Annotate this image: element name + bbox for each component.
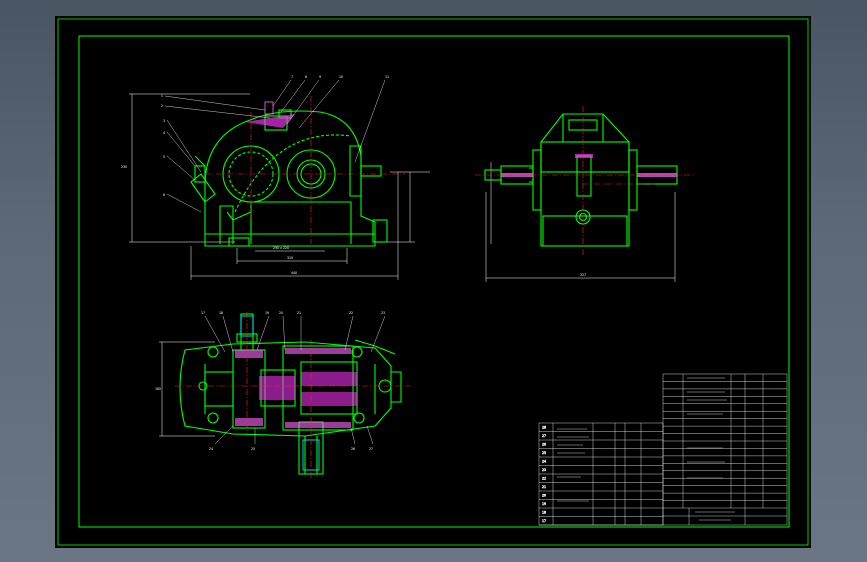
parts-row-number: 21	[542, 485, 546, 489]
parts-row-number: 18	[542, 510, 546, 514]
svg-text:17: 17	[201, 311, 205, 315]
svg-text:19: 19	[265, 311, 269, 315]
svg-text:11: 11	[385, 75, 389, 79]
parts-row-number: 25	[542, 451, 546, 455]
svg-text:10: 10	[339, 75, 343, 79]
svg-text:23: 23	[381, 311, 385, 315]
dim-inner: 310	[287, 256, 293, 260]
parts-row-number: 26	[542, 442, 546, 446]
parts-list: 28 27 26 25 24 23 22 21 20 19 18 17	[538, 373, 788, 526]
side-view: 327	[475, 106, 695, 282]
top-view: 185 17 18 19 20 21 22 23 24 25 26 27	[155, 311, 411, 478]
svg-text:1: 1	[161, 94, 163, 98]
drawing-border	[78, 35, 790, 528]
top-dim-height: 185	[155, 387, 161, 391]
parts-row-number: 27	[542, 434, 546, 438]
svg-text:25: 25	[251, 447, 255, 451]
svg-text:4: 4	[163, 131, 165, 135]
svg-text:7: 7	[291, 75, 293, 79]
svg-text:5: 5	[163, 155, 165, 159]
side-dim-width: 327	[580, 273, 586, 277]
parts-row-number: 23	[542, 468, 546, 472]
parts-row-number: 20	[542, 493, 546, 497]
parts-row-number: 28	[542, 425, 546, 429]
drawing-sheet: 230 440 310 290 x 220 1 2 3 4 5 6 7 8 9 …	[55, 16, 811, 548]
parts-row-number: 19	[542, 502, 546, 506]
parts-row-number: 22	[542, 476, 546, 480]
svg-text:26: 26	[351, 447, 355, 451]
svg-text:24: 24	[209, 447, 213, 451]
svg-text:18: 18	[219, 311, 223, 315]
svg-text:21: 21	[297, 311, 301, 315]
dim-height: 230	[121, 165, 127, 169]
dim-sub: 290 x 220	[273, 246, 289, 250]
parts-row-number: 24	[542, 459, 546, 463]
svg-text:20: 20	[279, 311, 283, 315]
svg-text:2: 2	[161, 104, 163, 108]
parts-row-number: 17	[542, 519, 546, 523]
cad-drawing: 230 440 310 290 x 220 1 2 3 4 5 6 7 8 9 …	[57, 18, 809, 546]
outer-frame	[57, 18, 809, 546]
svg-text:3: 3	[163, 119, 165, 123]
svg-text:6: 6	[163, 193, 165, 197]
svg-text:27: 27	[369, 447, 373, 451]
svg-text:22: 22	[349, 311, 353, 315]
svg-text:8: 8	[305, 75, 307, 79]
front-view: 230 440 310 290 x 220 1 2 3 4 5 6 7 8 9 …	[121, 75, 430, 280]
dim-width: 440	[291, 271, 297, 275]
svg-text:9: 9	[319, 75, 321, 79]
